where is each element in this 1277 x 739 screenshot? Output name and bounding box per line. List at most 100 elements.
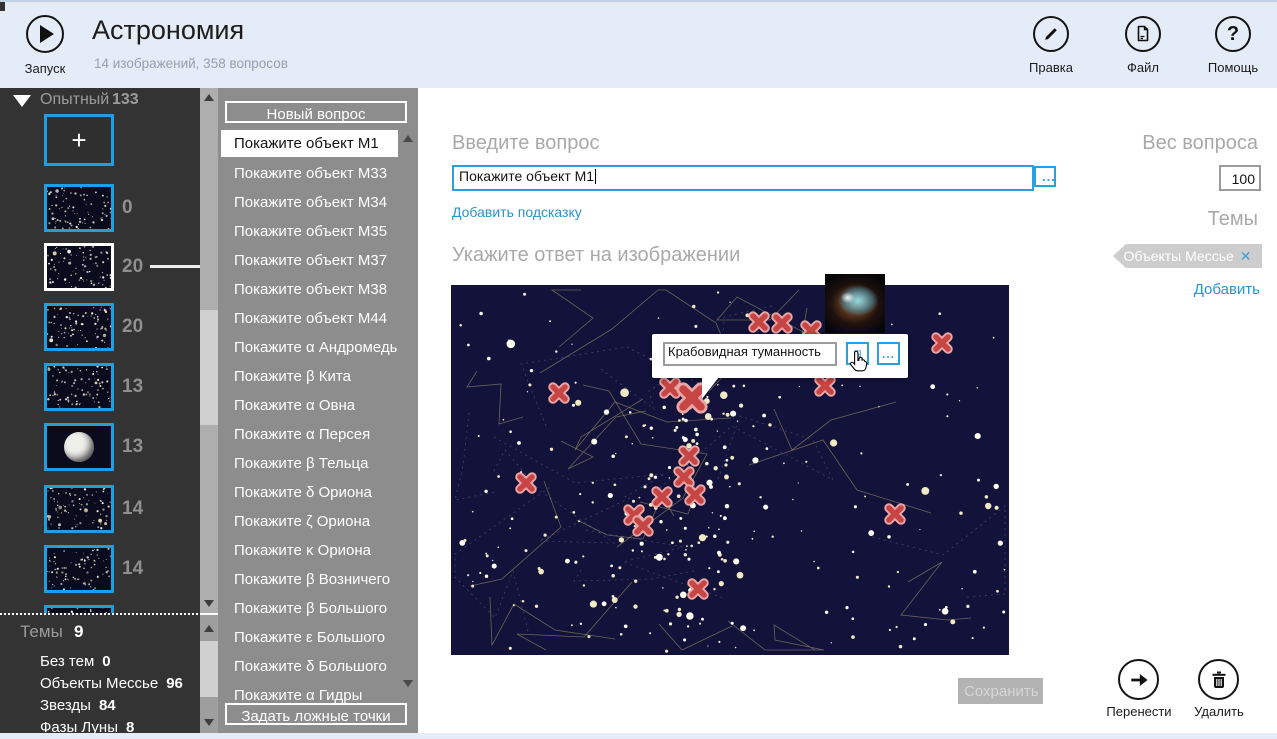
- scroll-down-icon[interactable]: [204, 600, 214, 607]
- launch-label: Запуск: [14, 61, 76, 76]
- map-marker[interactable]: [651, 486, 673, 508]
- tooltip-tail: [702, 377, 719, 399]
- page-title: Астрономия: [92, 15, 244, 46]
- map-marker[interactable]: [632, 515, 654, 537]
- thumbnail-question-count: 14: [122, 558, 143, 580]
- launch-button[interactable]: [26, 15, 64, 53]
- topics-count: 9: [74, 622, 83, 642]
- file-label: Файл: [1103, 60, 1183, 75]
- image-thumbnail[interactable]: [44, 485, 114, 533]
- text-caret: [595, 169, 596, 184]
- question-item[interactable]: Покажите κ Ориона: [221, 536, 398, 565]
- question-item[interactable]: Покажите объект M33: [221, 159, 398, 188]
- image-thumbnail-list: +0202013131414: [0, 88, 200, 613]
- question-item[interactable]: Покажите объект M44: [221, 304, 398, 333]
- question-item[interactable]: Покажите объект M1: [221, 130, 398, 157]
- question-more-button[interactable]: ...: [1034, 166, 1056, 187]
- map-marker[interactable]: [931, 332, 953, 354]
- thumbnail-scrollbar[interactable]: [200, 88, 218, 613]
- answer-name-input[interactable]: Крабовидная туманность: [663, 342, 837, 366]
- question-item[interactable]: Покажите β Кита: [221, 362, 398, 391]
- image-thumbnail[interactable]: [44, 243, 114, 291]
- question-item[interactable]: Покажите α Овна: [221, 391, 398, 420]
- map-marker[interactable]: [548, 382, 570, 404]
- question-item[interactable]: Покажите объект M38: [221, 275, 398, 304]
- image-thumbnail[interactable]: [44, 605, 114, 613]
- question-input[interactable]: Покажите объект M1: [452, 165, 1034, 191]
- topics-scrollbar[interactable]: [200, 615, 218, 733]
- scroll-up-icon[interactable]: [403, 135, 413, 142]
- question-item[interactable]: Покажите β Тельца: [221, 449, 398, 478]
- sidebar: Опытный 133 +0202013131414 Темы 9 Без те…: [0, 88, 200, 733]
- selected-thumbnail-indicator: [150, 265, 200, 268]
- question-item[interactable]: Покажите β Возничего: [221, 565, 398, 594]
- map-marker[interactable]: [748, 311, 770, 333]
- question-item[interactable]: Покажите объект M35: [221, 217, 398, 246]
- help-label: Помощь: [1193, 60, 1273, 75]
- question-item[interactable]: Покажите α Персея: [221, 420, 398, 449]
- question-heading: Введите вопрос: [452, 132, 599, 155]
- question-item[interactable]: Покажите объект M37: [221, 246, 398, 275]
- moon-image: [64, 432, 94, 462]
- delete-button[interactable]: [1198, 659, 1239, 700]
- image-thumbnail[interactable]: [44, 363, 114, 411]
- question-item[interactable]: Покажите β Большого: [221, 594, 398, 623]
- topic-filter-item[interactable]: Без тем0: [40, 653, 111, 670]
- arrow-right-icon: [1127, 668, 1151, 692]
- help-button[interactable]: ?: [1215, 16, 1251, 52]
- thumbnail-question-count: 13: [122, 376, 143, 398]
- scroll-up-icon[interactable]: [204, 625, 214, 632]
- question-item[interactable]: Покажите ε Большого: [221, 623, 398, 652]
- thumbnail-question-count: 20: [122, 256, 143, 278]
- map-marker[interactable]: [771, 312, 793, 334]
- question-item[interactable]: Покажите объект M34: [221, 188, 398, 217]
- edit-button[interactable]: [1033, 16, 1069, 52]
- image-icon: [854, 347, 861, 360]
- scrollbar-thumb[interactable]: [200, 310, 218, 425]
- question-item[interactable]: Покажите δ Большого: [221, 652, 398, 681]
- file-icon: [1133, 24, 1153, 44]
- scrollbar-thumb[interactable]: [200, 641, 218, 697]
- header: Запуск Астрономия 14 изображений, 358 во…: [0, 0, 1277, 88]
- image-thumbnail[interactable]: [44, 303, 114, 351]
- question-item[interactable]: Покажите ζ Ориона: [221, 507, 398, 536]
- move-button[interactable]: [1118, 659, 1159, 700]
- image-thumbnail[interactable]: [44, 184, 114, 232]
- topic-filter-item[interactable]: Объекты Мессье96: [40, 675, 183, 692]
- weight-input[interactable]: [1219, 165, 1261, 191]
- false-points-button[interactable]: Задать ложные точки: [225, 703, 407, 725]
- question-item[interactable]: Покажите α Андромеды: [221, 333, 398, 362]
- answer-image-button[interactable]: [846, 342, 869, 365]
- thumbnail-question-count: 14: [122, 498, 143, 520]
- file-button[interactable]: [1125, 16, 1161, 52]
- map-marker[interactable]: [884, 503, 906, 525]
- topic-tag[interactable]: Объекты Мессье✕: [1113, 244, 1262, 268]
- map-marker[interactable]: [687, 578, 709, 600]
- map-marker[interactable]: [684, 484, 706, 506]
- map-marker[interactable]: [814, 375, 836, 397]
- add-hint-link[interactable]: Добавить подсказку: [452, 204, 582, 220]
- add-image-tile[interactable]: +: [44, 114, 114, 166]
- new-question-button[interactable]: Новый вопрос: [225, 101, 407, 123]
- app-window: Запуск Астрономия 14 изображений, 358 во…: [0, 0, 1277, 739]
- pencil-icon: [1041, 24, 1061, 44]
- save-button[interactable]: Сохранить: [958, 678, 1043, 704]
- map-marker[interactable]: [515, 472, 537, 494]
- thumbnail-question-count: 0: [122, 197, 133, 219]
- image-thumbnail[interactable]: [44, 545, 114, 593]
- add-topic-link[interactable]: Добавить: [1194, 281, 1260, 298]
- close-icon[interactable]: ✕: [1240, 248, 1252, 264]
- topic-filter-item[interactable]: Звезды84: [40, 697, 116, 714]
- topics-title: Темы: [20, 622, 63, 642]
- bottom-strip: [0, 733, 1277, 739]
- scroll-down-icon[interactable]: [403, 680, 413, 687]
- scroll-up-icon[interactable]: [204, 94, 214, 101]
- image-thumbnail[interactable]: [44, 423, 114, 471]
- edit-label: Правка: [1011, 60, 1091, 75]
- answer-more-button[interactable]: ...: [877, 342, 900, 365]
- question-list-items: Покажите объект M1Покажите объект M33Пок…: [218, 130, 418, 710]
- play-icon: [40, 25, 54, 43]
- scroll-down-icon[interactable]: [204, 719, 214, 726]
- map-marker[interactable]: [678, 445, 700, 467]
- question-item[interactable]: Покажите δ Ориона: [221, 478, 398, 507]
